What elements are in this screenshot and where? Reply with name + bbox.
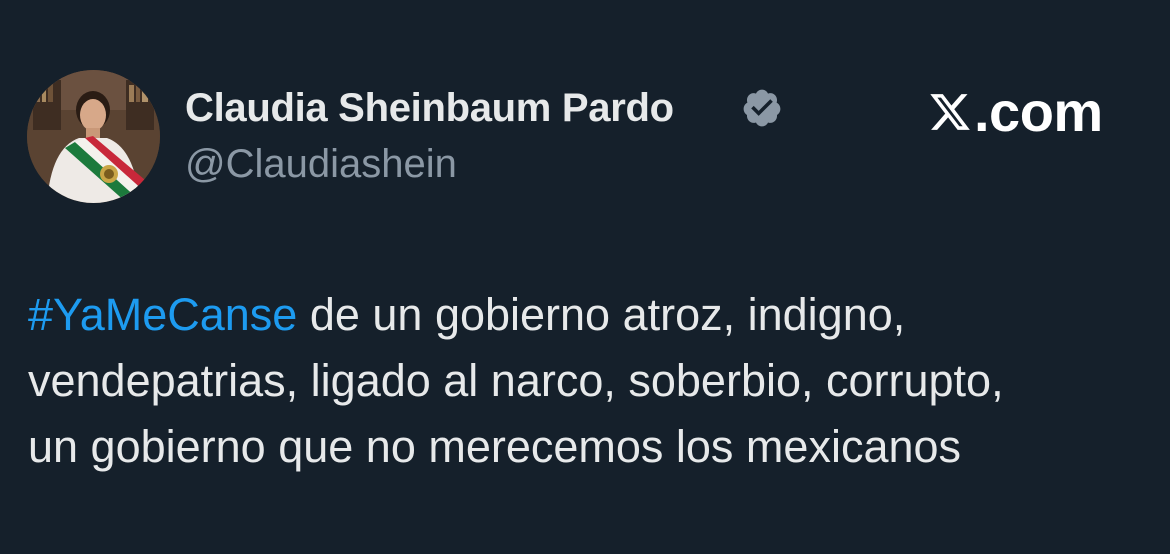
site-brand: .com [928, 82, 1103, 142]
tweet-line-2: vendepatrias, ligado al narco, soberbio,… [28, 355, 1004, 406]
avatar[interactable] [27, 70, 160, 203]
tweet-text: #YaMeCanse de un gobierno atroz, indigno… [28, 282, 1158, 480]
verified-badge-icon [743, 89, 781, 127]
tweet-card: Claudia Sheinbaum Pardo @Claudiashein .c… [0, 0, 1170, 554]
brand-text: .com [974, 80, 1103, 143]
tweet-line-3: un gobierno que no merecemos los mexican… [28, 421, 962, 472]
hashtag-link[interactable]: #YaMeCanse [28, 289, 297, 340]
profile-photo-icon [27, 70, 160, 203]
author-display-name[interactable]: Claudia Sheinbaum Pardo [185, 86, 674, 131]
tweet-line-1: #YaMeCanse de un gobierno atroz, indigno… [28, 282, 1158, 348]
author-handle[interactable]: @Claudiashein [185, 142, 457, 187]
x-logo-icon [930, 94, 970, 130]
tweet-line-1-text: de un gobierno atroz, indigno, [297, 289, 906, 340]
